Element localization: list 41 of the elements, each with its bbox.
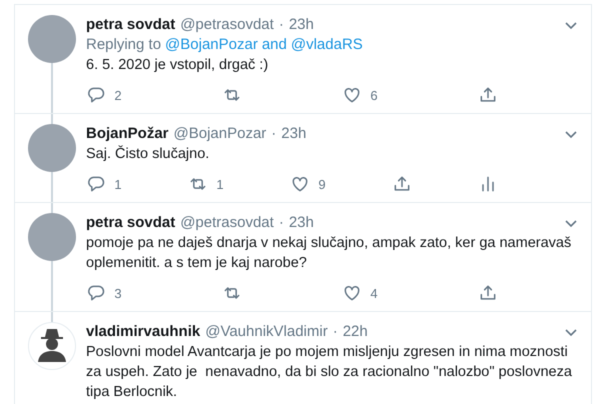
separator-dot: · xyxy=(278,15,284,35)
user-name[interactable]: vladimirvauhnik xyxy=(86,322,200,342)
reply-icon xyxy=(86,85,106,105)
separator-dot: · xyxy=(271,124,276,144)
user-silhouette-icon xyxy=(28,322,76,370)
tweet-time[interactable]: 23h xyxy=(288,15,314,35)
reply-action[interactable]: 1 xyxy=(86,174,122,194)
tweet-text: Poslovni model Avantcarja je po mojem misljenju zgresen in nima moznosti za uspeh. Zato je nenavadno, da bi slo za racionalno "nalozbo" poslovneza tipa Berlocnik. xyxy=(86,343,573,402)
separator-dot: · xyxy=(278,213,284,233)
separator-dot: · xyxy=(332,322,338,342)
mention-link[interactable]: @vladaRS xyxy=(290,35,363,55)
avatar-photo-placeholder[interactable] xyxy=(28,213,76,261)
avatar-photo-placeholder[interactable] xyxy=(28,15,76,63)
like-action[interactable]: 4 xyxy=(342,283,378,303)
user-handle[interactable]: @petrasovdat xyxy=(180,213,274,233)
tweet-text: pomoje pa ne daješ dnarja v nekaj slučajno, ampak zato, ker ga nameravaš oplemenitit. a s tem je kaj narobe? xyxy=(86,234,572,273)
tweet-time[interactable]: 22h xyxy=(342,322,368,342)
reply-action[interactable]: 3 xyxy=(86,283,122,303)
user-name[interactable]: BojanPožar xyxy=(86,124,169,144)
user-handle[interactable]: @VauhnikVladimir xyxy=(205,322,328,342)
heart-icon xyxy=(290,174,310,194)
user-handle[interactable]: @BojanPozar xyxy=(174,124,266,144)
reply-icon xyxy=(86,283,106,303)
user-handle[interactable]: @petrasovdat xyxy=(180,15,274,35)
reply-icon xyxy=(86,174,106,194)
and-label: and xyxy=(262,35,287,55)
like-action[interactable]: 6 xyxy=(342,85,378,105)
tweet-text: Saj. Čisto slučajno. xyxy=(86,144,210,164)
tweet-time[interactable]: 23h xyxy=(281,124,306,144)
heart-icon xyxy=(342,283,362,303)
mention-link[interactable]: @BojanPozar xyxy=(165,35,258,55)
user-name[interactable]: petra sovdat xyxy=(86,15,176,35)
like-action[interactable]: 9 xyxy=(290,174,326,194)
heart-icon xyxy=(342,85,362,105)
retweet-action[interactable]: 1 xyxy=(188,174,224,194)
avatar-photo-placeholder[interactable] xyxy=(28,124,76,172)
user-name[interactable]: petra sovdat xyxy=(86,213,176,233)
replying-label: Replying to xyxy=(86,35,162,55)
tweet-text: 6. 5. 2020 je vstopil, drgač :) xyxy=(86,56,270,75)
reply-action[interactable]: 2 xyxy=(86,85,122,105)
tweet-time[interactable]: 23h xyxy=(288,213,314,233)
